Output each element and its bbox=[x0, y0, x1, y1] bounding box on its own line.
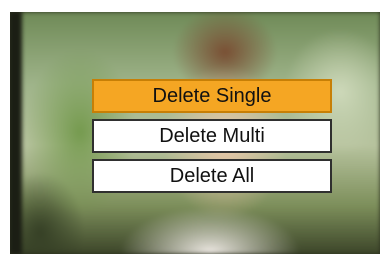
camera-display-frame: Delete Single Delete Multi Delete All bbox=[0, 0, 391, 263]
screen-edge-shadow bbox=[10, 12, 22, 254]
delete-all-option[interactable]: Delete All bbox=[92, 159, 332, 193]
delete-multi-option[interactable]: Delete Multi bbox=[92, 119, 332, 153]
camera-screen: Delete Single Delete Multi Delete All bbox=[10, 12, 380, 254]
delete-single-option[interactable]: Delete Single bbox=[92, 79, 332, 113]
delete-menu: Delete Single Delete Multi Delete All bbox=[92, 79, 332, 199]
